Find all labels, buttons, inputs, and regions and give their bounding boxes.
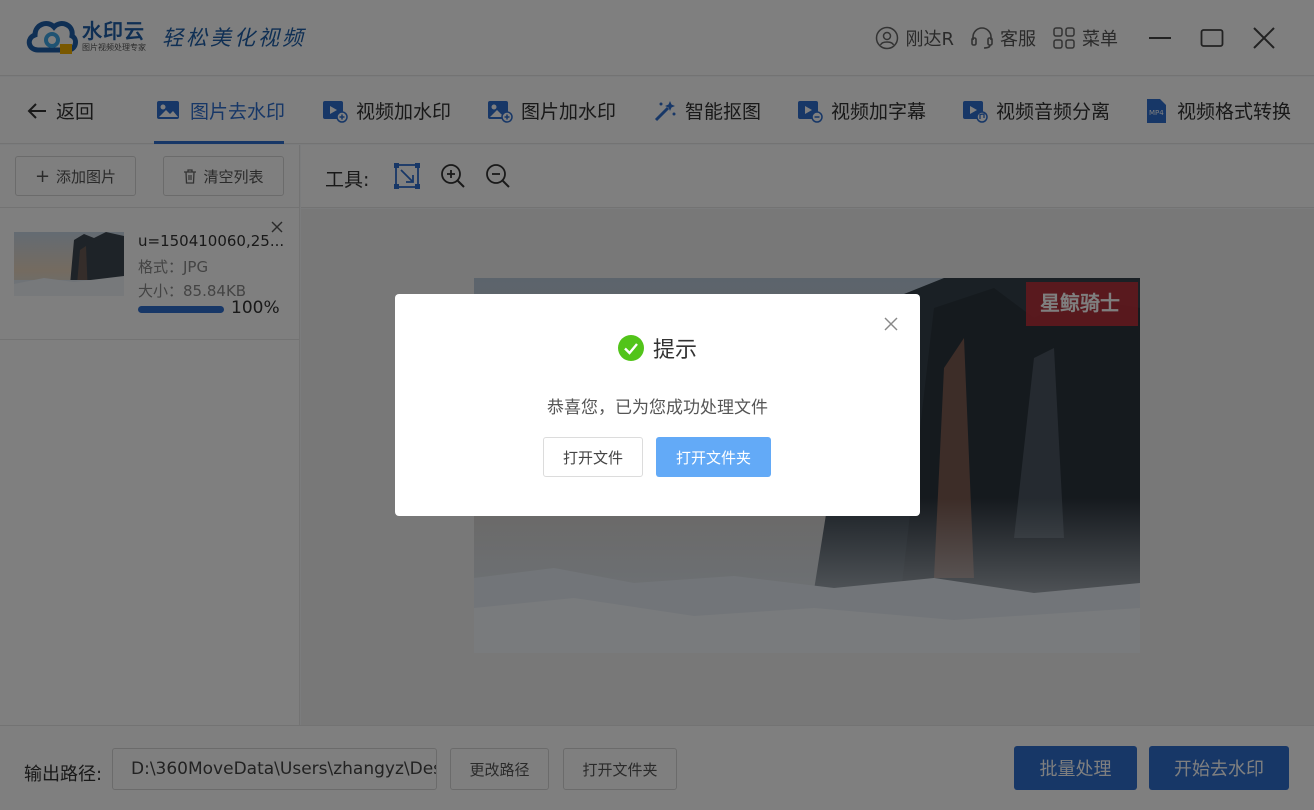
open-folder-button[interactable]: 打开文件夹 [656, 437, 771, 477]
open-file-label: 打开文件 [562, 448, 623, 467]
success-check-icon [617, 335, 644, 361]
open-file-button[interactable]: 打开文件 [543, 437, 643, 477]
dialog-message: 恭喜您，已为您成功处理文件 [547, 398, 768, 418]
close-icon [884, 317, 898, 331]
dialog-title-text: 提示 [652, 338, 697, 363]
success-dialog: 提示 恭喜您，已为您成功处理文件 打开文件 打开文件夹 [395, 294, 920, 516]
open-folder-label: 打开文件夹 [675, 448, 751, 467]
dialog-title: 提示 [395, 332, 920, 364]
